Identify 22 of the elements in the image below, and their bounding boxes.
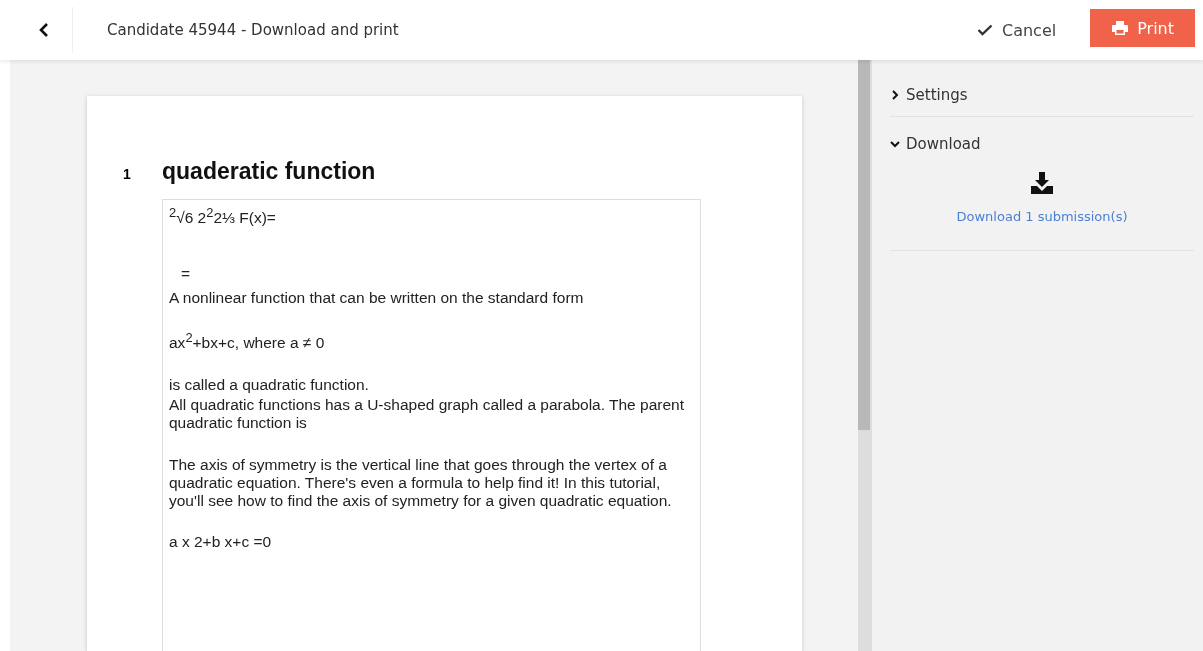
question-number: 1: [123, 166, 132, 182]
answer-text: is called a quadratic function.: [169, 375, 370, 394]
checkmark-icon: [977, 24, 993, 36]
printer-icon: [1111, 20, 1130, 36]
answer-text: ax$^{2}$+bx+c, where a ≠ 0: [169, 330, 326, 352]
cancel-button[interactable]: Cancel: [967, 14, 1067, 46]
answer-text: $^{2}$√6 2$^{2}$2⅓ F(x)=: [169, 206, 277, 227]
answer-text: All quadratic functions has a U-shaped graph called a parabola. The parent quadratic function is: [169, 396, 685, 432]
question-title: quaderatic function: [162, 158, 376, 185]
download-link[interactable]: Download 1 submission(s): [956, 209, 1128, 224]
answer-text: The axis of symmetry is the vertical line that goes through the vertex of a quadratic equation. There's even a formula to help find it! In this tutorial, you'll see how to find the axis of symmetry for a given quadratic equation.: [169, 456, 673, 510]
section-toggle[interactable]: Settings: [890, 84, 968, 106]
answer-text: =: [181, 264, 192, 283]
chevron-down-icon: [890, 139, 900, 149]
answer-text: A nonlinear function that can be written on the standard form: [169, 288, 585, 307]
scrollbar[interactable]: [858, 60, 872, 651]
chevron-right-icon: [890, 90, 900, 100]
scrollbar-thumb[interactable]: [858, 60, 870, 430]
download-icon[interactable]: [1030, 171, 1054, 195]
page-title: Candidate 45944 - Download and print: [107, 21, 399, 39]
section-toggle[interactable]: Download: [890, 133, 981, 155]
answer-text: a x 2+b x+c =0: [169, 533, 273, 552]
